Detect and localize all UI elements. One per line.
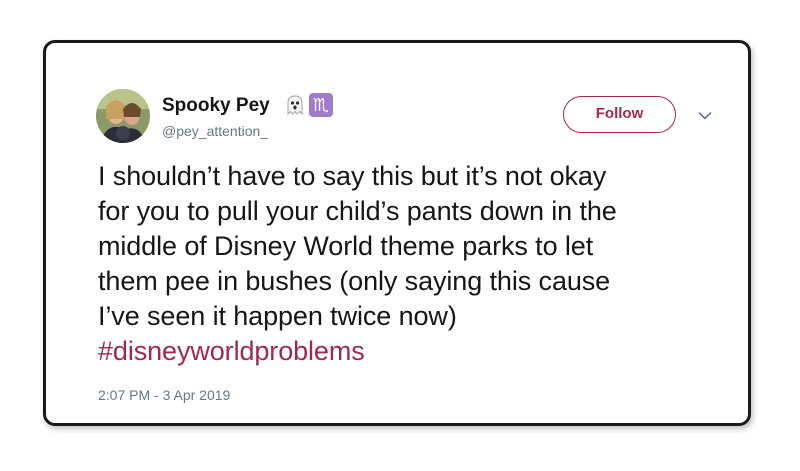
tweet-text-line: I’ve seen it happen twice now)	[98, 301, 457, 331]
hashtag-link[interactable]: #disneyworldproblems	[98, 334, 718, 369]
follow-button[interactable]: Follow	[563, 96, 676, 133]
avatar-photo	[96, 89, 150, 143]
display-name[interactable]: Spooky Pey	[162, 95, 270, 117]
scorpio-icon: ♏	[309, 93, 333, 117]
tweet-text-line: I shouldn’t have to say this but it’s no…	[98, 161, 607, 191]
avatar[interactable]	[96, 89, 150, 143]
ghost-icon	[287, 95, 303, 116]
tweet-text-line: for you to pull your child’s pants down …	[98, 196, 617, 226]
tweet-card: Spooky Pey ♏ @pey_attention_ Follow I sh…	[43, 40, 751, 426]
tweet-text-line: middle of Disney World theme parks to le…	[98, 231, 594, 261]
timestamp[interactable]: 2:07 PM - 3 Apr 2019	[98, 386, 230, 404]
chevron-down-icon[interactable]	[698, 111, 712, 121]
handle[interactable]: @pey_attention_	[162, 122, 268, 140]
tweet-text-line: them pee in bushes (only saying this cau…	[98, 266, 611, 296]
tweet-text: I shouldn’t have to say this but it’s no…	[98, 159, 718, 369]
